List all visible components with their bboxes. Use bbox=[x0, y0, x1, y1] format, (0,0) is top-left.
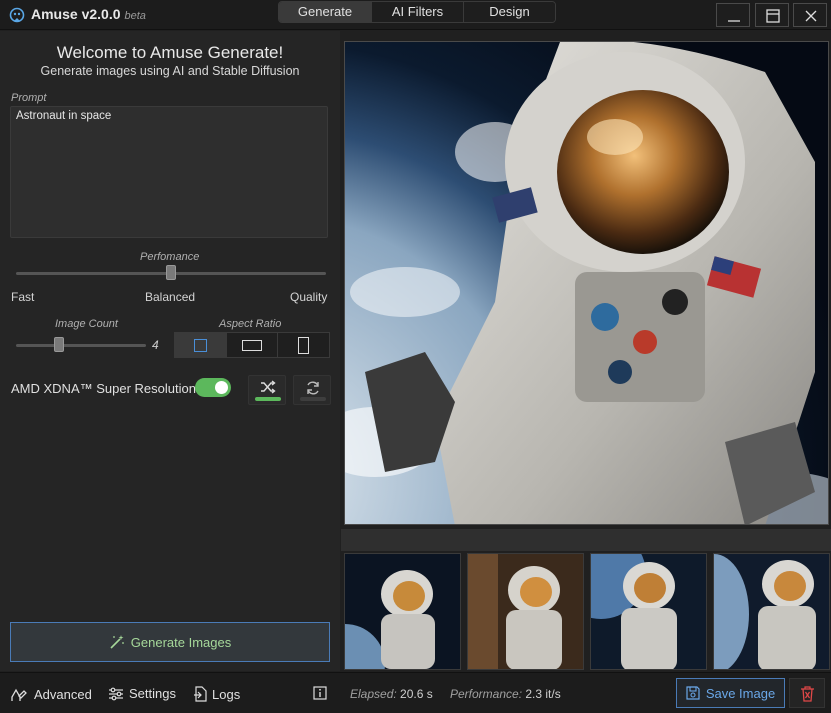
info-button[interactable] bbox=[313, 686, 327, 700]
square-ratio-icon bbox=[194, 339, 207, 352]
amuse-logo-icon bbox=[9, 7, 25, 23]
thumbnail-strip-divider bbox=[341, 529, 831, 551]
close-button[interactable] bbox=[793, 3, 827, 27]
generated-image-preview[interactable] bbox=[344, 41, 829, 525]
title-bar: Amuse v2.0.0 beta Generate AI Filters Des… bbox=[0, 0, 831, 30]
advanced-button[interactable]: Advanced bbox=[11, 686, 92, 702]
thumbnail-1[interactable] bbox=[344, 553, 461, 670]
performance-slider-thumb[interactable] bbox=[166, 265, 176, 280]
shuffle-icon bbox=[261, 380, 276, 394]
minimize-icon bbox=[728, 20, 740, 22]
status-bar: Advanced Settings Logs Elapsed: 20.6 s P… bbox=[0, 672, 831, 713]
thumbnail-4[interactable] bbox=[713, 553, 830, 670]
welcome-heading: Welcome to Amuse Generate! bbox=[56, 43, 284, 62]
settings-button[interactable]: Settings bbox=[108, 686, 176, 701]
tab-design[interactable]: Design bbox=[463, 2, 555, 22]
save-image-button[interactable]: Save Image bbox=[676, 678, 785, 708]
aspect-ratio-label: Aspect Ratio bbox=[219, 318, 282, 330]
close-icon bbox=[805, 10, 817, 22]
performance-rate-label: Performance: bbox=[450, 687, 523, 701]
performance-label: Perfomance bbox=[140, 251, 200, 263]
settings-label: Settings bbox=[129, 686, 176, 701]
maximize-button[interactable] bbox=[755, 3, 789, 27]
tab-ai-filters[interactable]: AI Filters bbox=[371, 2, 463, 22]
advanced-label: Advanced bbox=[34, 686, 92, 702]
performance-readout: Performance: 2.3 it/s bbox=[450, 687, 561, 701]
advanced-icon bbox=[11, 688, 27, 701]
beta-label: beta bbox=[124, 10, 146, 22]
aspect-landscape-button[interactable] bbox=[225, 333, 278, 357]
save-image-label: Save Image bbox=[705, 685, 776, 701]
performance-rate-value: 2.3 it/s bbox=[525, 687, 561, 701]
logs-button[interactable]: Logs bbox=[193, 686, 240, 702]
welcome-subtitle: Generate images using AI and Stable Diff… bbox=[40, 64, 300, 78]
image-count-slider-thumb[interactable] bbox=[54, 337, 64, 352]
elapsed-label: Elapsed: bbox=[350, 687, 397, 701]
super-resolution-label: AMD XDNA™ Super Resolution bbox=[11, 381, 196, 396]
tab-generate[interactable]: Generate bbox=[279, 2, 371, 22]
portrait-ratio-icon bbox=[298, 337, 310, 354]
astronaut-thumbnail-2 bbox=[468, 554, 583, 669]
astronaut-thumbnail-4 bbox=[714, 554, 829, 669]
elapsed-value: 20.6 s bbox=[400, 687, 433, 701]
minimize-button[interactable] bbox=[716, 3, 750, 27]
mode-tabs: Generate AI Filters Design bbox=[278, 1, 556, 23]
image-count-value: 4 bbox=[152, 338, 159, 352]
image-count-label: Image Count bbox=[55, 318, 118, 330]
generate-panel: Welcome to Amuse Generate! Generate imag… bbox=[0, 31, 340, 671]
maximize-icon bbox=[766, 9, 780, 23]
aspect-square-button[interactable] bbox=[175, 333, 226, 357]
aspect-portrait-button[interactable] bbox=[277, 333, 329, 357]
logs-label: Logs bbox=[212, 686, 241, 702]
generate-images-label: Generate Images bbox=[130, 634, 232, 650]
performance-balanced-label: Balanced bbox=[145, 290, 196, 304]
shuffle-active-indicator bbox=[255, 397, 281, 401]
shuffle-button[interactable] bbox=[248, 375, 286, 405]
astronaut-image bbox=[345, 42, 828, 524]
thumbnail-2[interactable] bbox=[467, 553, 584, 670]
thumbnail-3[interactable] bbox=[590, 553, 707, 670]
refresh-button[interactable] bbox=[293, 375, 331, 405]
prompt-input[interactable]: Astronaut in space bbox=[10, 106, 328, 238]
astronaut-thumbnail-1 bbox=[345, 554, 460, 669]
delete-image-button[interactable] bbox=[789, 678, 825, 708]
landscape-ratio-icon bbox=[241, 340, 262, 351]
app-title: Amuse v2.0.0 beta bbox=[31, 6, 146, 22]
info-icon bbox=[313, 686, 327, 700]
trash-icon bbox=[801, 686, 814, 702]
generate-images-button[interactable]: Generate Images bbox=[10, 622, 330, 662]
save-icon bbox=[686, 686, 700, 700]
prompt-label: Prompt bbox=[11, 92, 47, 104]
refresh-icon bbox=[307, 381, 319, 395]
sliders-icon bbox=[109, 687, 123, 700]
super-resolution-toggle[interactable] bbox=[195, 378, 231, 397]
performance-fast-label: Fast bbox=[11, 290, 35, 304]
elapsed-readout: Elapsed: 20.6 s bbox=[350, 687, 433, 701]
aspect-ratio-selector bbox=[174, 332, 330, 358]
image-count-slider-track[interactable] bbox=[16, 344, 146, 347]
logs-icon bbox=[194, 686, 207, 702]
astronaut-thumbnail-3 bbox=[591, 554, 706, 669]
magic-wand-icon bbox=[110, 635, 124, 649]
performance-quality-label: Quality bbox=[290, 290, 328, 304]
refresh-inactive-indicator bbox=[300, 397, 326, 401]
